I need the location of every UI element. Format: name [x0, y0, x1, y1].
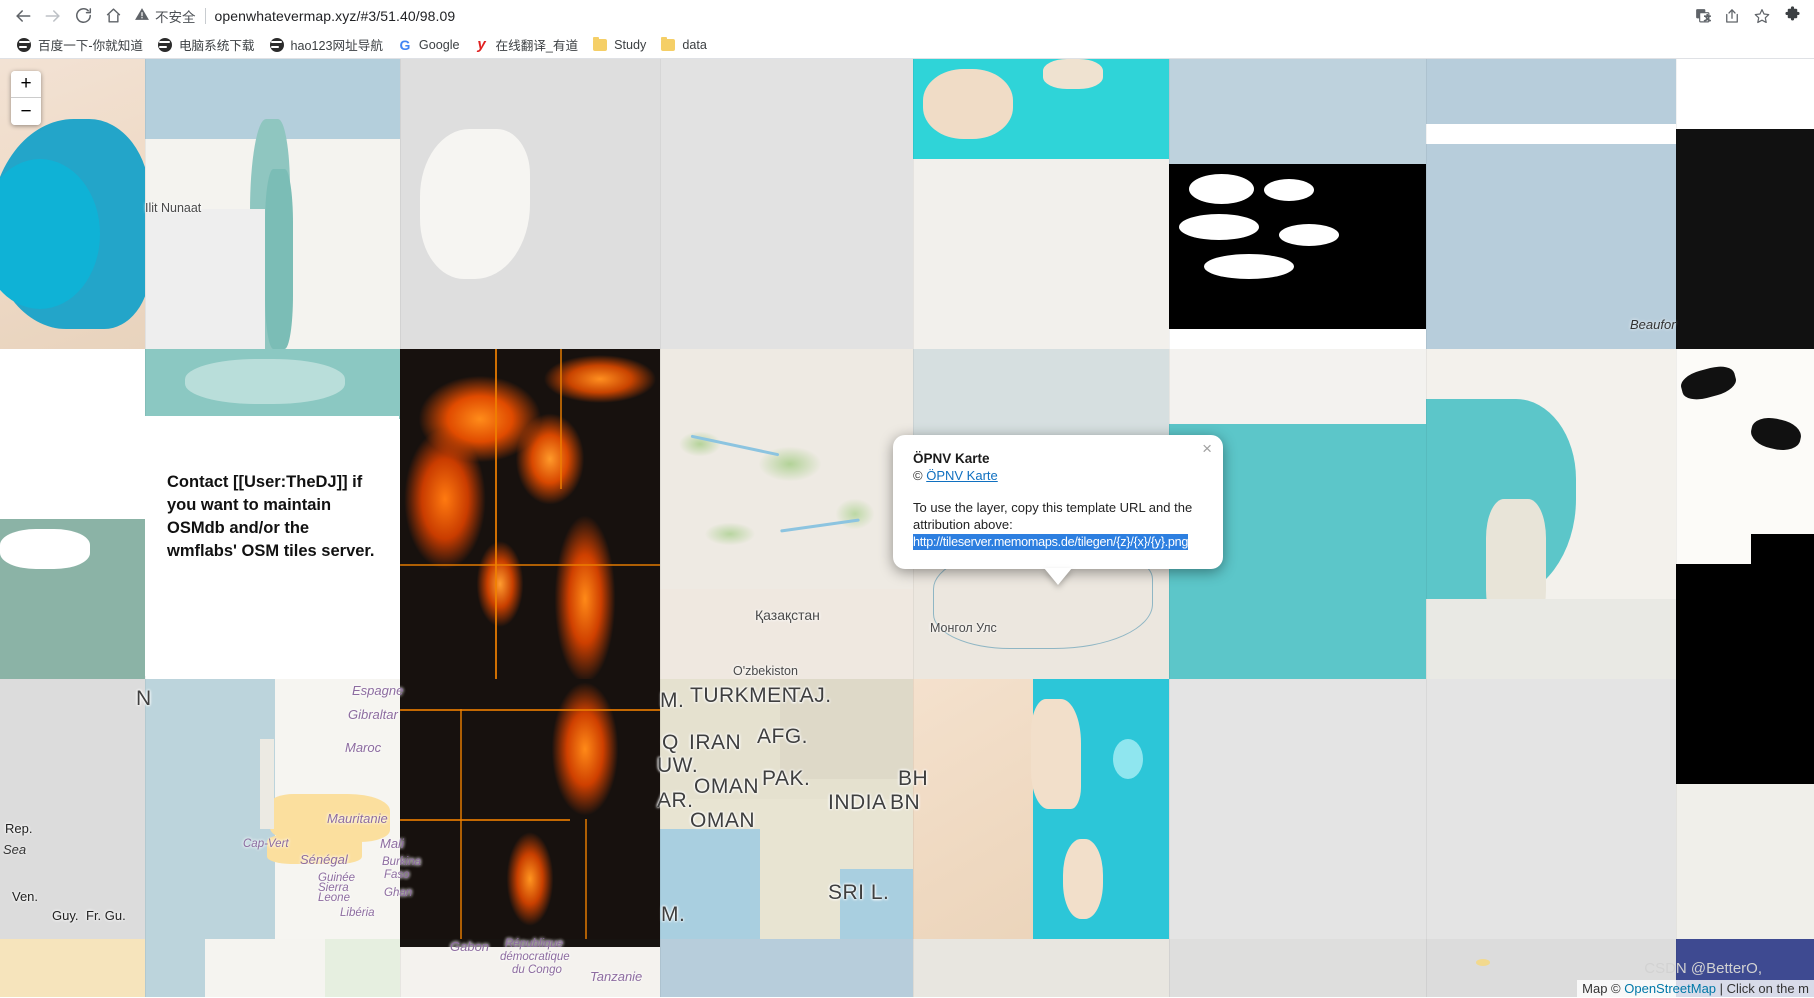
globe-icon: [16, 37, 32, 53]
close-icon[interactable]: ×: [1202, 440, 1212, 457]
tile-seam: [1676, 59, 1677, 997]
csdn-watermark: CSDN @BetterO,: [1644, 960, 1762, 977]
folder-icon: [660, 36, 676, 53]
map-tile[interactable]: [1169, 939, 1426, 997]
map-tile[interactable]: [913, 59, 1169, 349]
map-canvas[interactable]: Ilit Nunaat Beaufor Қазақстан Монгол Улс O'z…: [0, 59, 1814, 997]
bookmark-item-data[interactable]: data: [654, 35, 715, 55]
bookmark-star-icon[interactable]: [1748, 3, 1776, 29]
map-tile[interactable]: [1676, 679, 1814, 784]
copyright-icon: ©: [913, 468, 923, 483]
reload-button[interactable]: [68, 2, 98, 30]
bookmark-label: data: [682, 37, 707, 52]
tile-seam: [660, 59, 661, 997]
bookmark-item-hao123[interactable]: hao123网址导航: [263, 33, 391, 56]
map-tile[interactable]: [1426, 59, 1676, 349]
map-tile[interactable]: [1169, 679, 1426, 939]
attribution-suffix: | Click on the m: [1716, 981, 1809, 996]
popup-title: ÖPNV Karte: [913, 451, 990, 466]
folder-icon: [592, 36, 608, 53]
attribution-prefix: Map ©: [1582, 981, 1625, 996]
contact-notice-box: Contact [[User:TheDJ]] if you want to ma…: [145, 416, 399, 676]
forward-arrow-icon: [43, 6, 63, 26]
map-tile[interactable]: [660, 59, 913, 349]
bookmark-label: Study: [614, 37, 647, 52]
svg-text:文: 文: [1704, 13, 1711, 22]
map-tile[interactable]: [660, 679, 913, 939]
translate-icon[interactable]: 文: [1688, 3, 1716, 29]
google-g-icon: G: [399, 36, 411, 53]
map-tile[interactable]: [145, 59, 400, 349]
browser-chrome: 不安全 openwhatevermap.xyz/#3/51.40/98.09 文…: [0, 0, 1814, 59]
contact-notice-text: Contact [[User:TheDJ]] if you want to ma…: [167, 473, 375, 560]
browser-toolbar: 不安全 openwhatevermap.xyz/#3/51.40/98.09 文: [0, 0, 1814, 31]
map-tile[interactable]: [400, 679, 660, 939]
forward-button[interactable]: [38, 2, 68, 30]
map-tile[interactable]: [1676, 534, 1751, 564]
bookmark-label: hao123网址导航: [290, 39, 383, 53]
address-bar[interactable]: 不安全 openwhatevermap.xyz/#3/51.40/98.09: [134, 4, 1680, 28]
zoom-in-button[interactable]: +: [11, 71, 41, 98]
map-tile[interactable]: [1426, 124, 1676, 144]
map-tile[interactable]: [0, 349, 145, 679]
bookmark-item-study[interactable]: Study: [586, 35, 654, 55]
map-tile[interactable]: [1676, 349, 1814, 534]
zoom-control: + −: [11, 71, 41, 125]
tile-seam: [400, 59, 401, 997]
map-tile[interactable]: [145, 939, 400, 997]
map-tile[interactable]: [1169, 349, 1426, 424]
globe-icon: [269, 37, 285, 53]
security-label: 不安全: [155, 9, 196, 25]
omnibox-divider: [204, 7, 206, 24]
openstreetmap-link[interactable]: OpenStreetMap: [1624, 981, 1716, 996]
bookmark-label: 电脑系统下载: [178, 39, 255, 53]
map-tile[interactable]: [660, 939, 913, 997]
bookmark-label: 百度一下-你就知道: [38, 39, 143, 53]
map-tile[interactable]: [0, 679, 145, 939]
home-button[interactable]: [98, 2, 128, 30]
bookmarks-bar: 百度一下-你就知道 电脑系统下载 hao123网址导航 G Google y 在…: [0, 31, 1814, 59]
map-tile[interactable]: [660, 349, 913, 679]
map-tile[interactable]: [400, 939, 660, 997]
youdao-y-icon: y: [477, 36, 486, 53]
map-tile[interactable]: [1426, 349, 1676, 679]
tile-seam: [1426, 59, 1427, 997]
popup-body-text: To use the layer, copy this template URL…: [913, 500, 1193, 532]
bookmark-item-google[interactable]: G Google: [391, 35, 468, 55]
globe-icon: [157, 37, 173, 53]
popup-attribution-link[interactable]: ÖPNV Karte: [926, 468, 998, 483]
bookmark-item-baidu[interactable]: 百度一下-你就知道: [10, 33, 151, 56]
map-tile[interactable]: [400, 59, 660, 349]
map-tile[interactable]: [913, 939, 1169, 997]
zoom-out-button[interactable]: −: [11, 98, 41, 125]
map-attribution: Map © OpenStreetMap | Click on the m: [1577, 980, 1814, 997]
layer-info-popup: × ÖPNV Karte © ÖPNV Karte To use the lay…: [893, 435, 1223, 569]
bookmark-item-youdao[interactable]: y 在线翻译_有道: [468, 33, 587, 56]
extensions-puzzle-icon[interactable]: [1778, 3, 1806, 29]
warning-triangle-icon: [134, 6, 150, 25]
share-icon[interactable]: [1718, 3, 1746, 29]
map-tile[interactable]: [1426, 679, 1676, 939]
map-tile[interactable]: [913, 679, 1169, 939]
security-status[interactable]: 不安全: [134, 6, 196, 26]
back-button[interactable]: [8, 2, 38, 30]
home-icon: [104, 6, 123, 25]
bookmark-label: 在线翻译_有道: [495, 39, 579, 53]
url-text[interactable]: openwhatevermap.xyz/#3/51.40/98.09: [215, 8, 456, 24]
map-tile[interactable]: [400, 349, 660, 679]
map-tile[interactable]: [0, 939, 145, 997]
reload-icon: [74, 6, 93, 25]
back-arrow-icon: [13, 6, 33, 26]
map-tile[interactable]: [1169, 59, 1426, 349]
map-tile[interactable]: [1676, 59, 1814, 129]
template-url-text[interactable]: http://tileserver.memomaps.de/tilegen/{z…: [913, 534, 1188, 550]
bookmark-item-system-download[interactable]: 电脑系统下载: [151, 33, 263, 56]
bookmark-label: Google: [418, 37, 460, 52]
map-tile[interactable]: [215, 679, 400, 939]
map-tile[interactable]: [1676, 129, 1814, 349]
toolbar-right-icons: 文: [1680, 3, 1806, 29]
popup-attribution: © ÖPNV Karte: [913, 468, 1203, 483]
